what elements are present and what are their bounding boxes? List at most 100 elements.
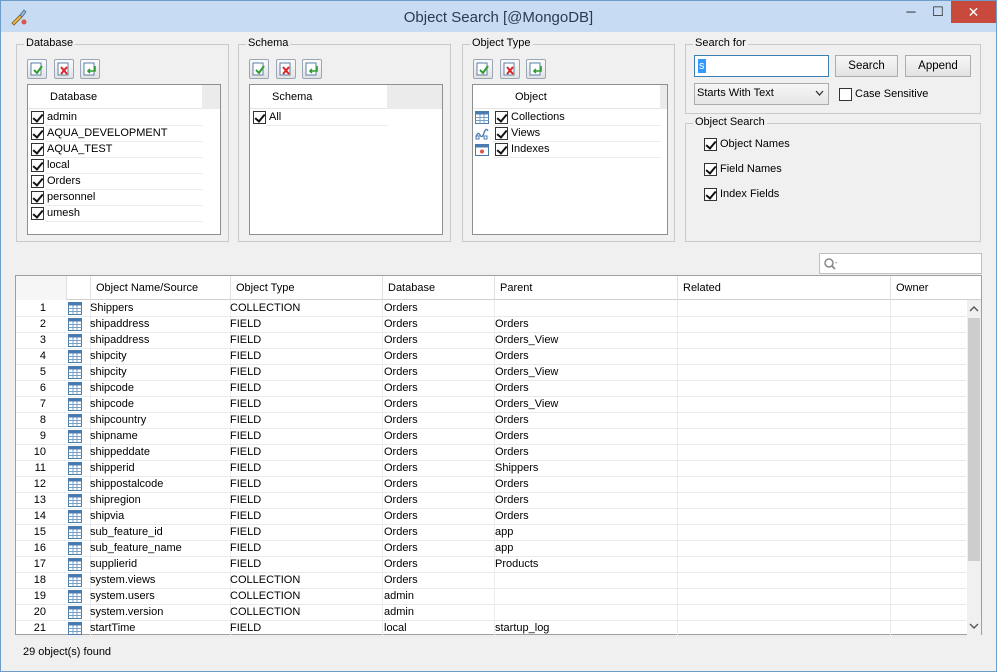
cell-database: Orders — [384, 542, 418, 554]
col-owner[interactable]: Owner — [890, 276, 965, 300]
table-row[interactable]: 5 shipcity FIELD Orders Orders_View — [16, 365, 966, 381]
close-button[interactable]: ✕ — [951, 1, 996, 23]
minimize-button[interactable]: ─ — [897, 1, 925, 23]
object-type-item[interactable]: Collections — [473, 110, 661, 126]
database-item[interactable]: Orders — [28, 174, 203, 190]
database-checkbox[interactable] — [31, 111, 44, 124]
table-row[interactable]: 16 sub_feature_name FIELD Orders app — [16, 541, 966, 557]
deselect-all-types-button[interactable] — [500, 59, 520, 79]
database-item[interactable]: local — [28, 158, 203, 174]
search-button[interactable]: Search — [835, 55, 898, 77]
scrollbar-thumb[interactable] — [968, 318, 980, 561]
table-row[interactable]: 7 shipcode FIELD Orders Orders_View — [16, 397, 966, 413]
schema-item[interactable]: All — [250, 110, 388, 126]
object-type-checkbox[interactable] — [495, 127, 508, 140]
append-button[interactable]: Append — [905, 55, 971, 77]
table-row[interactable]: 19 system.users COLLECTION admin — [16, 589, 966, 605]
cell-object-name: shipcity — [90, 350, 127, 362]
cell-object-name: startTime — [90, 622, 136, 634]
table-row[interactable]: 9 shipname FIELD Orders Orders — [16, 429, 966, 445]
schema-column-header: Schema — [272, 91, 313, 103]
database-item[interactable]: admin — [28, 110, 203, 126]
database-item[interactable]: AQUA_TEST — [28, 142, 203, 158]
table-row[interactable]: 11 shipperid FIELD Orders Shippers — [16, 461, 966, 477]
object-type-list[interactable]: Object Collections Views Indexes — [472, 84, 668, 235]
database-item[interactable]: AQUA_DEVELOPMENT — [28, 126, 203, 142]
match-mode-select[interactable]: Starts With Text — [694, 83, 829, 105]
table-row[interactable]: 4 shipcity FIELD Orders Orders — [16, 349, 966, 365]
database-item[interactable]: umesh — [28, 206, 203, 222]
object-type-item[interactable]: Indexes — [473, 142, 661, 158]
table-row[interactable]: 1 Shippers COLLECTION Orders — [16, 301, 966, 317]
select-all-schemas-button[interactable] — [249, 59, 269, 79]
invert-schemas-button[interactable] — [302, 59, 322, 79]
database-checkbox[interactable] — [31, 191, 44, 204]
cell-object-type: FIELD — [230, 398, 262, 410]
cell-database: Orders — [384, 414, 418, 426]
schema-list[interactable]: Schema All — [249, 84, 443, 235]
object-search-option-checkbox[interactable] — [704, 188, 717, 201]
col-object-name[interactable]: Object Name/Source — [90, 276, 230, 300]
cell-object-type: FIELD — [230, 382, 262, 394]
table-row[interactable]: 18 system.views COLLECTION Orders — [16, 573, 966, 589]
select-all-types-button[interactable] — [473, 59, 493, 79]
table-row[interactable]: 14 shipvia FIELD Orders Orders — [16, 509, 966, 525]
database-item-label: admin — [47, 111, 77, 123]
maximize-button[interactable]: ☐ — [925, 1, 951, 23]
database-checkbox[interactable] — [31, 127, 44, 140]
select-all-databases-button[interactable] — [27, 59, 47, 79]
object-type-checkbox[interactable] — [495, 111, 508, 124]
invert-types-button[interactable] — [526, 59, 546, 79]
table-row[interactable]: 2 shipaddress FIELD Orders Orders — [16, 317, 966, 333]
col-related[interactable]: Related — [677, 276, 890, 300]
database-column-header: Database — [50, 91, 98, 103]
table-row[interactable]: 8 shipcountry FIELD Orders Orders — [16, 413, 966, 429]
database-checkbox[interactable] — [31, 159, 44, 172]
row-number: 4 — [39, 350, 46, 362]
database-checkbox[interactable] — [31, 143, 44, 156]
object-search-option-checkbox[interactable] — [704, 163, 717, 176]
database-item[interactable]: personnel — [28, 190, 203, 206]
database-checkbox[interactable] — [31, 175, 44, 188]
table-row[interactable]: 21 startTime FIELD local startup_log — [16, 621, 966, 637]
row-number: 1 — [39, 302, 46, 314]
table-row[interactable]: 15 sub_feature_id FIELD Orders app — [16, 525, 966, 541]
search-for-label: Search for — [693, 37, 748, 49]
collection-icon — [475, 111, 489, 127]
table-row[interactable]: 20 system.version COLLECTION admin — [16, 605, 966, 621]
cell-object-name: shipcode — [90, 398, 135, 410]
table-row[interactable]: 17 supplierid FIELD Orders Products — [16, 557, 966, 573]
col-database[interactable]: Database — [382, 276, 494, 300]
table-row[interactable]: 6 shipcode FIELD Orders Orders — [16, 381, 966, 397]
vertical-scrollbar[interactable] — [967, 300, 981, 635]
table-row[interactable]: 13 shipregion FIELD Orders Orders — [16, 493, 966, 509]
col-object-type[interactable]: Object Type — [230, 276, 382, 300]
col-parent[interactable]: Parent — [494, 276, 677, 300]
table-row[interactable]: 3 shipaddress FIELD Orders Orders_View — [16, 333, 966, 349]
cell-database: Orders — [384, 446, 418, 458]
deselect-all-schemas-button[interactable] — [276, 59, 296, 79]
object-search-option-label: Field Names — [720, 163, 782, 175]
object-type-item[interactable]: Views — [473, 126, 661, 142]
database-list[interactable]: Database admin AQUA_DEVELOPMENT AQUA_TEST l… — [27, 84, 221, 235]
table-row[interactable]: 10 shippeddate FIELD Orders Orders — [16, 445, 966, 461]
filter-input[interactable] — [819, 253, 982, 274]
database-checkbox[interactable] — [31, 207, 44, 220]
schema-checkbox[interactable] — [253, 111, 266, 124]
search-input-value: s — [698, 59, 706, 73]
cell-parent: Orders — [495, 430, 529, 442]
object-search-option-checkbox[interactable] — [704, 138, 717, 151]
object-type-checkbox[interactable] — [495, 143, 508, 156]
case-sensitive-checkbox[interactable] — [839, 88, 852, 101]
index-icon — [475, 143, 489, 159]
cell-object-name: shippeddate — [90, 446, 150, 458]
search-input[interactable]: s — [694, 55, 829, 77]
cell-parent: Orders — [495, 350, 529, 362]
results-grid[interactable]: Object Name/Source Object Type Database … — [15, 275, 982, 637]
deselect-all-databases-button[interactable] — [54, 59, 74, 79]
table-row[interactable]: 12 shippostalcode FIELD Orders Orders — [16, 477, 966, 493]
cell-database: Orders — [384, 334, 418, 346]
cell-database: Orders — [384, 462, 418, 474]
table-icon — [68, 510, 82, 526]
invert-databases-button[interactable] — [80, 59, 100, 79]
